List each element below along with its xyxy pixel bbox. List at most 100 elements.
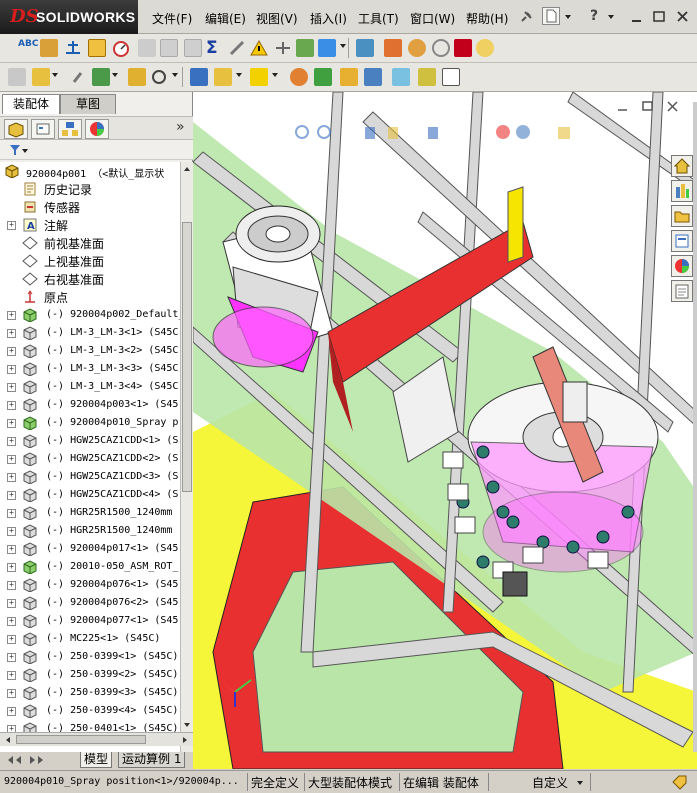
- property-manager-tab[interactable]: [31, 119, 55, 139]
- scroll-up-arrow-icon[interactable]: [182, 164, 192, 174]
- tree-item-component[interactable]: + (-) LM-3_LM-3<4> (S45C: [0, 378, 180, 396]
- expand-toggle-icon[interactable]: +: [7, 599, 16, 608]
- assembly-feature-dropdown-icon[interactable]: [236, 73, 242, 77]
- custom-properties-icon[interactable]: [671, 280, 693, 302]
- assembly-feature-icon[interactable]: [214, 68, 232, 86]
- help-dropdown-icon[interactable]: [608, 15, 614, 19]
- tree-item-component[interactable]: + (-) 920004p076<2> (S45: [0, 594, 180, 612]
- tree-item-component[interactable]: + (-) LM-3_LM-3<1> (S45C: [0, 324, 180, 342]
- spellcheck-icon[interactable]: ABC: [18, 39, 38, 57]
- scroll-down-arrow-icon[interactable]: [182, 720, 192, 730]
- view-orientation-icon[interactable]: [128, 68, 146, 86]
- paperclip-icon[interactable]: [68, 68, 86, 86]
- configuration-manager-tab[interactable]: [58, 119, 82, 139]
- warning-icon[interactable]: [250, 39, 268, 57]
- gear-icon[interactable]: [408, 39, 426, 57]
- check-icon-1[interactable]: [160, 39, 178, 57]
- snapshot-icon[interactable]: [418, 68, 436, 86]
- menu-edit[interactable]: 编辑(E): [205, 10, 246, 27]
- speedometer-icon[interactable]: [112, 39, 130, 57]
- tree-item-component[interactable]: + (-) 920004p076<1> (S45: [0, 576, 180, 594]
- pattern-dropdown-icon[interactable]: [112, 73, 118, 77]
- status-custom-units[interactable]: 自定义: [532, 774, 568, 791]
- move-component-icon[interactable]: [318, 39, 336, 57]
- expand-panel-icon[interactable]: »: [176, 119, 185, 135]
- tree-item-component[interactable]: + (-) HGW25CAZ1CDD<1> (S: [0, 432, 180, 450]
- window-icon[interactable]: [442, 68, 460, 86]
- expand-toggle-icon[interactable]: +: [7, 365, 16, 374]
- menu-window[interactable]: 窗口(W): [410, 10, 455, 27]
- tree-item-history[interactable]: 历史记录: [0, 180, 180, 198]
- pin-icon[interactable]: [517, 8, 535, 26]
- tree-item-component[interactable]: + (-) 250-0399<3> (S45C): [0, 684, 180, 702]
- tree-item-component[interactable]: + (-) 250-0399<2> (S45C): [0, 666, 180, 684]
- display-dropdown-icon[interactable]: [172, 73, 178, 77]
- disabled-tool-icon[interactable]: [138, 39, 156, 57]
- graphics-viewport[interactable]: [193, 92, 697, 769]
- expand-toggle-icon[interactable]: +: [7, 653, 16, 662]
- tree-item-annotations[interactable]: + A 注解: [0, 216, 180, 234]
- mate-controller-icon[interactable]: [290, 68, 308, 86]
- tree-item-sensors[interactable]: 传感器: [0, 198, 180, 216]
- new-part-dropdown-icon[interactable]: [52, 73, 58, 77]
- display-manager-tab[interactable]: [85, 119, 109, 139]
- tree-item-front-plane[interactable]: 前视基准面: [0, 234, 180, 252]
- file-explorer-icon[interactable]: [671, 205, 693, 227]
- expand-toggle-icon[interactable]: +: [7, 473, 16, 482]
- menu-file[interactable]: 文件(F): [152, 10, 192, 27]
- tree-item-component[interactable]: + (-) 250-0399<4> (S45C): [0, 702, 180, 720]
- minimize-icon[interactable]: [628, 8, 646, 26]
- insert-component-icon[interactable]: [88, 39, 106, 57]
- expand-toggle-icon[interactable]: +: [7, 527, 16, 536]
- tag-icon[interactable]: [670, 774, 688, 790]
- expand-toggle-icon[interactable]: +: [7, 707, 16, 716]
- tree-item-component[interactable]: + (-) 920004p077<1> (S45: [0, 612, 180, 630]
- expand-toggle-icon[interactable]: +: [7, 311, 16, 320]
- appearances-icon[interactable]: [671, 255, 693, 277]
- tree-item-top-plane[interactable]: 上视基准面: [0, 252, 180, 270]
- tree-item-component[interactable]: + (-) HGW25CAZ1CDD<2> (S: [0, 450, 180, 468]
- tree-item-component[interactable]: + (-) HGW25CAZ1CDD<3> (S: [0, 468, 180, 486]
- view-palette-icon[interactable]: [671, 230, 693, 252]
- menu-tools[interactable]: 工具(T): [358, 10, 399, 27]
- menu-insert[interactable]: 插入(I): [310, 10, 347, 27]
- interference-icon[interactable]: [454, 39, 472, 57]
- hscroll-thumb[interactable]: [16, 735, 146, 744]
- expand-toggle-icon[interactable]: +: [7, 491, 16, 500]
- tree-item-right-plane[interactable]: 右视基准面: [0, 270, 180, 288]
- edit-component-icon[interactable]: [40, 39, 58, 57]
- scroll-left-arrow-icon[interactable]: [3, 735, 13, 745]
- tree-item-component[interactable]: + (-) 920004p003<1> (S45: [0, 396, 180, 414]
- sum-icon[interactable]: Σ: [206, 39, 224, 57]
- tab-assembly[interactable]: 装配体: [2, 94, 60, 114]
- new-dropdown-icon[interactable]: [565, 15, 571, 19]
- tree-item-component[interactable]: + (-) HGW25CAZ1CDD<4> (S: [0, 486, 180, 504]
- restore-icon[interactable]: [650, 8, 668, 26]
- expand-toggle-icon[interactable]: +: [7, 563, 16, 572]
- tree-item-component[interactable]: + (-) 920004p002_Default_: [0, 306, 180, 324]
- menu-help[interactable]: 帮助(H): [466, 10, 508, 27]
- tree-root-assembly[interactable]: 920004p001 （<默认_显示状: [0, 162, 180, 180]
- tree-item-component[interactable]: + (-) 920004p017<1> (S45: [0, 540, 180, 558]
- tree-item-component[interactable]: + (-) 250-0399<1> (S45C): [0, 648, 180, 666]
- expand-toggle-icon[interactable]: +: [7, 383, 16, 392]
- bill-of-materials-icon[interactable]: [314, 68, 332, 86]
- tree-item-component[interactable]: + (-) HGR25R1500_1240mm: [0, 522, 180, 540]
- tree-vertical-scrollbar[interactable]: [180, 162, 193, 768]
- expand-toggle-icon[interactable]: +: [7, 671, 16, 680]
- tree-item-component[interactable]: + (-) LM-3_LM-3<2> (S45C: [0, 342, 180, 360]
- expand-toggle-icon[interactable]: +: [7, 455, 16, 464]
- tab-model[interactable]: 模型: [80, 752, 113, 768]
- tree-item-component[interactable]: + (-) HGR25R1500_1240mm: [0, 504, 180, 522]
- tree-item-component[interactable]: + (-) LM-3_LM-3<3> (S45C: [0, 360, 180, 378]
- instant3d-icon[interactable]: [392, 68, 410, 86]
- menu-view[interactable]: 视图(V): [256, 10, 298, 27]
- expand-toggle-icon[interactable]: +: [7, 419, 16, 428]
- sketch-icon[interactable]: [190, 68, 208, 86]
- close-icon[interactable]: [674, 8, 692, 26]
- mate-icon[interactable]: [64, 39, 82, 57]
- help-icon[interactable]: ?: [590, 8, 608, 26]
- appearance-icon[interactable]: [476, 39, 494, 57]
- expand-toggle-icon[interactable]: +: [7, 329, 16, 338]
- display-style-icon[interactable]: [150, 68, 168, 86]
